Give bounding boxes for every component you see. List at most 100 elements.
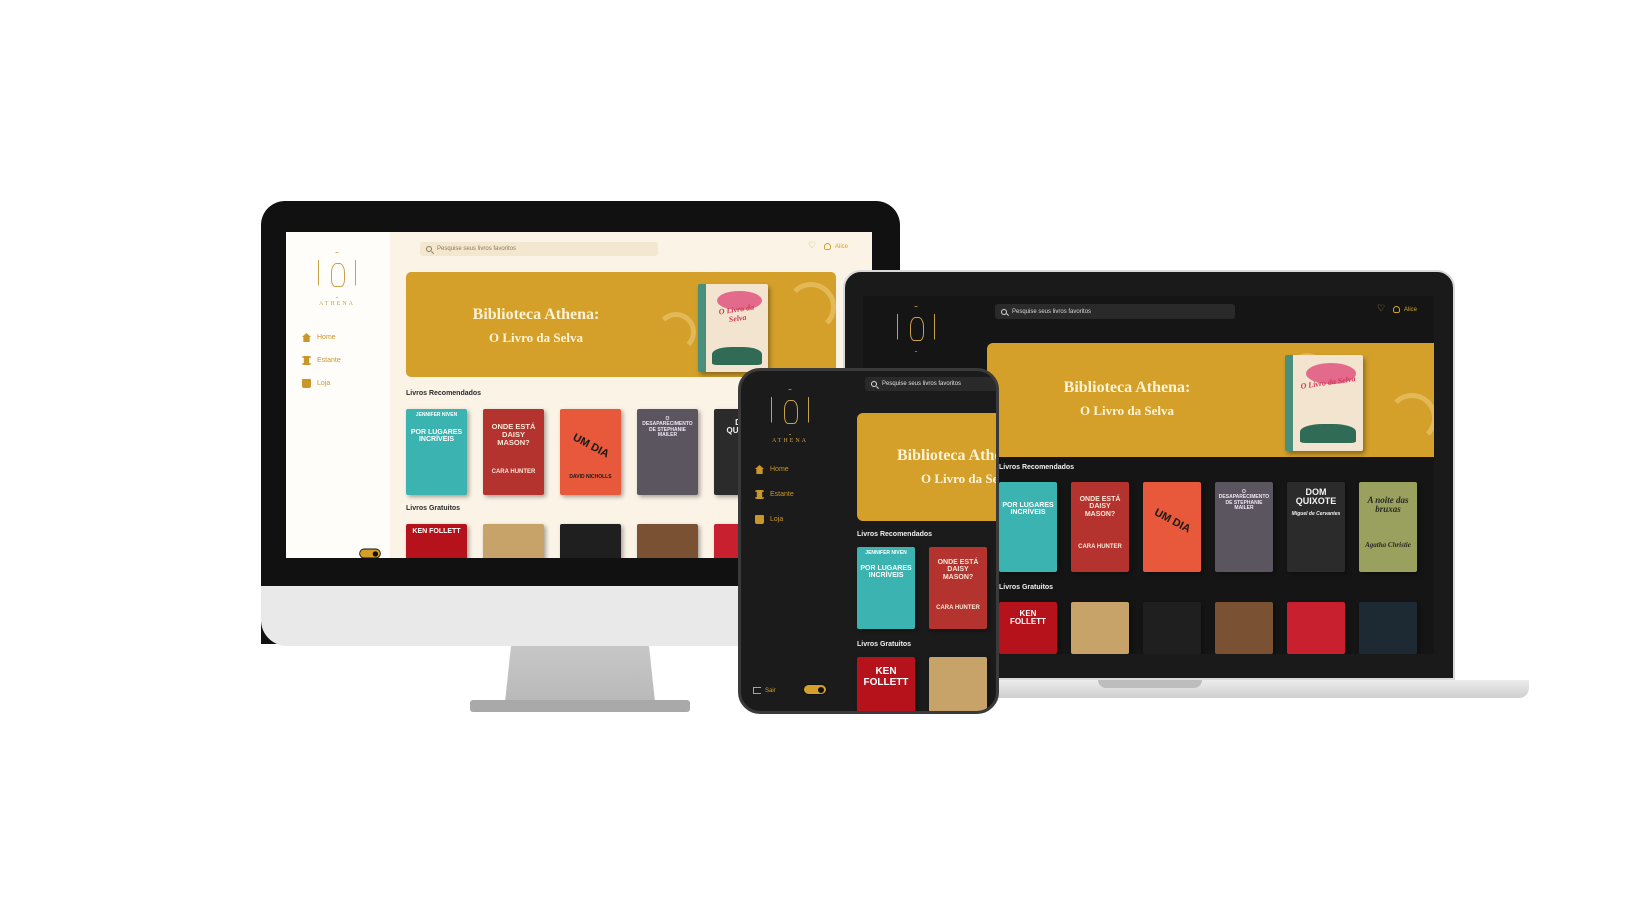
home-icon	[302, 333, 311, 342]
section-title-recommended: Livros Recomendados	[406, 390, 482, 397]
book-cover[interactable]	[1143, 602, 1201, 654]
book-title: ONDE ESTÁ DAISY MASON?	[1079, 496, 1121, 518]
book-author: CARA HUNTER	[491, 469, 536, 475]
search-input[interactable]: Pesquise seus livros favoritos	[420, 242, 658, 256]
hero-banner[interactable]: Biblioteca Athena: O Livro da Selva O Li…	[987, 343, 1434, 457]
logout-button[interactable]: Sair	[753, 687, 776, 694]
book-cover[interactable]: POR LUGARES INCRÍVEIS JENNIFER NIVEN	[406, 409, 467, 495]
favorites-heart-icon[interactable]: ♡	[808, 241, 816, 250]
free-books-row: KEN FOLLETT	[857, 657, 987, 711]
shopping-bag-icon	[302, 379, 311, 388]
book-title: KEN FOLLETT	[863, 666, 909, 688]
book-title: O DESAPARECIMENTO DE STEPHANIE MAILER	[1218, 489, 1270, 511]
hero-banner[interactable]: Biblioteca Athena: O Livro da Selva O Li…	[406, 272, 836, 377]
section-title-recommended: Livros Recomendados	[857, 531, 933, 538]
book-cover[interactable]: ONDE ESTÁ DAISY MASON? CARA HUNTER	[483, 409, 544, 495]
search-placeholder: Pesquise seus livros favoritos	[1012, 308, 1092, 315]
sidebar-item-home[interactable]: Home	[755, 465, 794, 474]
book-cover[interactable]: O DESAPARECIMENTO DE STEPHANIE MAILER	[637, 409, 698, 495]
book-cover[interactable]	[1215, 602, 1273, 654]
search-input[interactable]: Pesquise seus livros favoritos	[865, 377, 996, 391]
search-input[interactable]: Pesquise seus livros favoritos	[995, 304, 1235, 319]
search-icon	[1001, 308, 1007, 315]
book-cover[interactable]	[1359, 602, 1417, 654]
free-books-row: KEN FOLLETT	[999, 602, 1417, 654]
book-cover[interactable]: KEN FOLLETT	[406, 524, 467, 558]
recommended-books-row: POR LUGARES INCRÍVEIS JENNIFER NIVEN ONDE…	[406, 409, 775, 495]
hero-banner[interactable]: Biblioteca Athena: O Livro da Selva	[857, 413, 999, 521]
book-cover[interactable]: UM DIA DAVID NICHOLLS	[560, 409, 621, 495]
theme-toggle[interactable]	[359, 548, 381, 558]
banner-title: Biblioteca Athena:	[897, 447, 996, 464]
sidebar-item-label: Home	[317, 334, 336, 341]
banner-subtitle: O Livro da Selva	[921, 471, 999, 486]
book-author: CARA HUNTER	[1078, 544, 1122, 550]
search-icon	[871, 381, 877, 387]
brand-name: ATHENA	[772, 438, 808, 444]
book-title: A noite das bruxas	[1367, 495, 1409, 515]
book-author: CARA HUNTER	[936, 605, 980, 611]
book-title: KEN FOLLETT	[412, 528, 461, 535]
book-cover[interactable]: UM DIA	[1143, 482, 1201, 572]
sidebar-item-label: Home	[770, 466, 789, 473]
user-icon	[824, 243, 831, 250]
user-name: Alice	[835, 243, 849, 250]
sidebar-item-estante[interactable]: Estante	[755, 490, 794, 499]
book-cover[interactable]	[1287, 602, 1345, 654]
search-icon	[426, 246, 432, 252]
free-books-row: KEN FOLLETT	[406, 524, 775, 558]
book-author: Miguel de Cervantes	[1291, 511, 1341, 517]
home-icon	[755, 465, 764, 474]
book-cover[interactable]: KEN FOLLETT	[999, 602, 1057, 654]
user-menu[interactable]: Alice	[824, 243, 848, 250]
book-title: UM DIA	[570, 431, 611, 461]
book-title: POR LUGARES INCRÍVEIS	[1002, 502, 1054, 517]
leaf-illustration	[1300, 424, 1356, 444]
owl-crest-icon	[771, 389, 809, 435]
sidebar-item-label: Loja	[770, 516, 784, 523]
monitor-foot	[470, 700, 690, 712]
book-cover[interactable]	[560, 524, 621, 558]
sidebar-item-estante[interactable]: Estante	[302, 356, 341, 365]
book-cover[interactable]: ONDE ESTÁ DAISY MASON? CARA HUNTER	[1071, 482, 1129, 572]
sidebar-item-label: Loja	[317, 380, 331, 387]
athena-logo[interactable]	[897, 306, 935, 352]
book-title: O DESAPARECIMENTO DE STEPHANIE MAILER	[642, 416, 693, 438]
logout-icon	[753, 687, 761, 694]
featured-book-cover[interactable]: O Livro da Selva	[1285, 355, 1363, 451]
sidebar-item-loja[interactable]: Loja	[302, 379, 341, 388]
book-cover[interactable]: A noite das bruxas Agatha Christie	[1359, 482, 1417, 572]
banner-decoration	[656, 312, 696, 352]
athena-logo[interactable]: ATHENA	[318, 252, 356, 307]
book-cover[interactable]: O DESAPARECIMENTO DE STEPHANIE MAILER	[1215, 482, 1273, 572]
laptop-notch	[1098, 680, 1202, 688]
book-cover[interactable]	[929, 657, 987, 711]
featured-book-title: O Livro da Selva	[718, 302, 755, 325]
book-cover[interactable]	[637, 524, 698, 558]
brand-name: ATHENA	[319, 301, 355, 307]
section-title-free: Livros Gratuitos	[406, 505, 461, 512]
book-title: ONDE ESTÁ DAISY MASON?	[491, 422, 536, 447]
book-cover[interactable]: KEN FOLLETT	[857, 657, 915, 711]
favorites-heart-icon[interactable]: ♡	[1377, 304, 1385, 313]
book-cover[interactable]: DOM QUIXOTE Miguel de Cervantes	[1287, 482, 1345, 572]
book-cover[interactable]	[483, 524, 544, 558]
athena-logo[interactable]: ATHENA	[771, 389, 809, 444]
book-author: DAVID NICHOLLS	[569, 474, 612, 480]
sidebar-item-loja[interactable]: Loja	[755, 515, 794, 524]
banner-subtitle: O Livro da Selva	[488, 330, 584, 345]
recommended-books-row: POR LUGARES INCRÍVEIS JENNIFER NIVEN ONDE…	[857, 547, 987, 629]
user-menu[interactable]: Alice	[1393, 306, 1417, 313]
book-cover[interactable]: POR LUGARES INCRÍVEIS JENNIFER NIVEN	[857, 547, 915, 629]
user-icon	[1393, 306, 1400, 313]
book-title: UM DIA	[1152, 506, 1193, 536]
recommended-books-row: POR LUGARES INCRÍVEIS ONDE ESTÁ DAISY MA…	[999, 482, 1417, 572]
featured-book-cover[interactable]: O Livro da Selva	[698, 284, 768, 372]
sidebar-item-home[interactable]: Home	[302, 333, 341, 342]
book-cover[interactable]: ONDE ESTÁ DAISY MASON? CARA HUNTER	[929, 547, 987, 629]
book-cover[interactable]: POR LUGARES INCRÍVEIS	[999, 482, 1057, 572]
book-cover[interactable]	[1071, 602, 1129, 654]
book-title: ONDE ESTÁ DAISY MASON?	[937, 559, 979, 581]
theme-toggle[interactable]	[803, 684, 827, 695]
shopping-bag-icon	[755, 515, 764, 524]
